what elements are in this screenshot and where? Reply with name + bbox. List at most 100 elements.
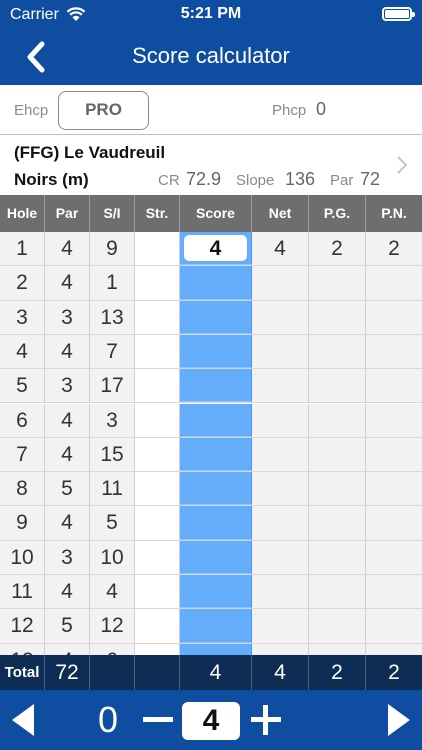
page-title: Score calculator: [132, 43, 290, 68]
cell-pg: [309, 403, 366, 437]
cell-str: [135, 266, 180, 300]
cell-score[interactable]: 4: [180, 232, 252, 266]
col-header-si: S/I: [90, 195, 135, 232]
zero-button[interactable]: 0: [92, 698, 124, 742]
cell-score[interactable]: [180, 300, 252, 334]
table-row[interactable]: 12 5 12: [0, 609, 422, 644]
score-input[interactable]: 4: [184, 235, 247, 262]
table-row[interactable]: 241: [0, 266, 422, 301]
col-header-hole: Hole: [0, 195, 45, 232]
cell-str: [135, 643, 180, 655]
slope-value: 136: [285, 169, 316, 189]
cell-pg: [309, 643, 366, 655]
cell-net: [252, 575, 309, 609]
battery-icon: [382, 7, 415, 21]
cell-pg: [309, 540, 366, 574]
total-par: 72: [45, 655, 90, 690]
cell-par: 4: [45, 643, 90, 655]
cell-score[interactable]: [180, 609, 252, 643]
col-header-score: Score: [180, 195, 252, 232]
table-row[interactable]: 10 3 10: [0, 540, 422, 575]
table-row[interactable]: 7 4 15: [0, 437, 422, 473]
cell-si: 1: [90, 266, 135, 300]
cell-si: 11: [90, 472, 135, 506]
col-header-strokes: Str.: [135, 195, 180, 232]
col-header-pn: P.N.: [381, 205, 407, 221]
cell-net: [252, 540, 309, 574]
cell-hole: 11: [0, 575, 45, 609]
table-row[interactable]: 3 3 13: [0, 300, 422, 335]
triangle-right-icon[interactable]: [386, 702, 412, 738]
phcp-value: 0: [316, 99, 327, 119]
table-row[interactable]: 8 5 11: [0, 472, 422, 507]
cell-str: [135, 334, 180, 369]
cell-score[interactable]: [180, 334, 252, 369]
cell-net: 4: [252, 232, 309, 266]
cell-str: [135, 403, 180, 437]
table-row[interactable]: 447: [0, 334, 422, 370]
ehcp-pro-button[interactable]: PRO: [58, 91, 149, 130]
table-row[interactable]: 945: [0, 506, 422, 541]
cell-pg: [309, 575, 366, 609]
total-row: Total 72 4 4 2 2: [0, 655, 422, 690]
table-row[interactable]: 11 4 4: [0, 575, 422, 610]
cell-hole: 12: [0, 609, 45, 643]
cell-net: [252, 437, 309, 472]
cell-net: [252, 266, 309, 300]
cell-pn: [366, 609, 422, 643]
cell-pn: [366, 575, 422, 609]
triangle-left-icon[interactable]: [10, 702, 36, 738]
table-row[interactable]: 1494422: [0, 232, 422, 267]
course-selector[interactable]: (FFG) Le Vaudreuil Noirs (m) CR 72.9 Slo…: [0, 135, 422, 195]
cell-pg: [309, 369, 366, 403]
cell-hole: 6: [0, 403, 45, 437]
cell-score[interactable]: [180, 643, 252, 655]
cell-score[interactable]: [180, 403, 252, 437]
cell-score[interactable]: [180, 472, 252, 506]
cell-net: [252, 472, 309, 506]
cell-par: 4: [45, 506, 90, 540]
cell-par: 3: [45, 540, 90, 574]
cell-pg: [309, 437, 366, 472]
phcp-label: Phcp: [272, 102, 307, 119]
minus-button[interactable]: [143, 705, 173, 735]
plus-button[interactable]: [251, 705, 281, 735]
nav-bar: Carrier 5:21 PM Score calculator: [0, 0, 422, 85]
cell-hole: 13: [0, 643, 45, 655]
cell-par: 4: [45, 232, 90, 266]
cell-pn: [366, 437, 422, 472]
handicap-row: Ehcp PRO Phcp 0: [0, 85, 422, 135]
cell-pn: [366, 403, 422, 437]
col-header-pg: P.G.: [309, 195, 366, 232]
cell-si: 9: [90, 232, 135, 266]
table-row[interactable]: 643: [0, 403, 422, 438]
cell-si: 3: [90, 403, 135, 437]
cell-score[interactable]: [180, 369, 252, 403]
cell-score[interactable]: [180, 540, 252, 574]
total-net: 4: [252, 655, 309, 690]
table-row[interactable]: 5 3 17: [0, 369, 422, 404]
cell-hole: 8: [0, 472, 45, 506]
table-row[interactable]: 1346: [0, 643, 422, 655]
cell-score[interactable]: [180, 437, 252, 472]
cell-score[interactable]: [180, 506, 252, 540]
cell-par: 3: [45, 300, 90, 334]
cell-score[interactable]: [180, 575, 252, 609]
course-name: (FFG) Le Vaudreuil: [14, 143, 166, 162]
cell-net: [252, 609, 309, 643]
cell-si: 13: [90, 300, 135, 334]
score-table-header: Hole Par S/I Str. Score Net P.G. P.N.: [0, 195, 422, 232]
cell-hole: 4: [0, 334, 45, 369]
cr-value: 72.9: [186, 169, 222, 189]
par-label: Par: [330, 172, 354, 189]
cell-net: [252, 369, 309, 403]
cell-pn: [366, 300, 422, 334]
cell-hole: 2: [0, 266, 45, 300]
total-label: Total: [0, 655, 45, 690]
clock: 5:21 PM: [180, 5, 242, 22]
cell-pn: [366, 643, 422, 655]
total-pg: 2: [309, 655, 366, 690]
cell-score[interactable]: [180, 266, 252, 300]
cell-par: 4: [45, 334, 90, 369]
cell-net: [252, 643, 309, 655]
